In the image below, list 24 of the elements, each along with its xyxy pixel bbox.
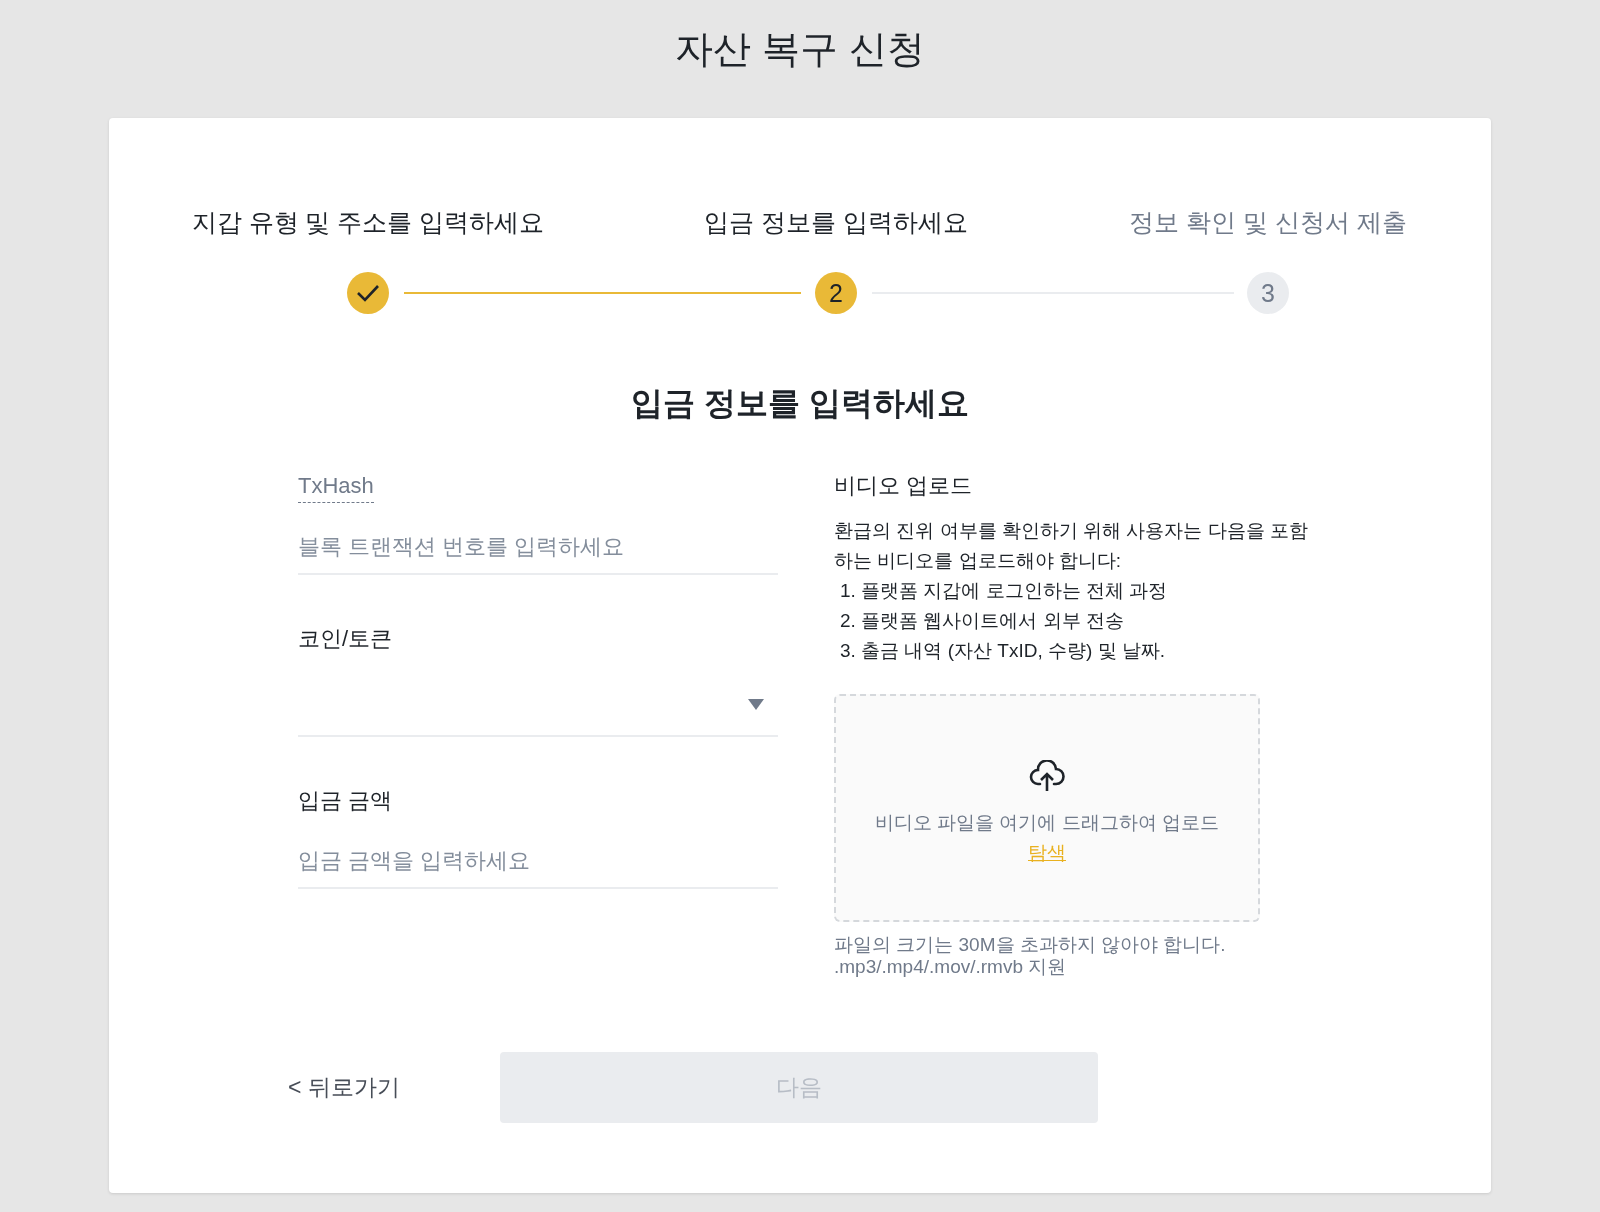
step-indicator: 3	[1247, 272, 1289, 314]
cloud-upload-icon	[1029, 760, 1065, 792]
check-icon	[356, 283, 380, 303]
field-label: TxHash	[298, 470, 374, 503]
requirement-item: 1. 플랫폼 지갑에 로그인하는 전체 과정	[839, 579, 1169, 603]
field-label: 입금 금액	[298, 787, 393, 815]
caret-icon	[748, 698, 764, 710]
step-indicator: 2	[815, 272, 857, 314]
step-label: 입금 정보를 입력하세요	[704, 207, 968, 238]
requirement-item: 3. 출금 내역 (자산 TxID, 수량) 및 날짜.	[839, 639, 1167, 663]
upload-title: 비디오 업로드	[834, 472, 974, 500]
section-title: 입금 정보를 입력하세요	[630, 384, 970, 423]
upload-description: 환급의 진위 여부를 확인하기 위해 사용자는 다음을 포함하는 비디오를 업로드해야 합니다:	[834, 519, 1309, 573]
file-size-note: 파일의 크기는 30M을 초과하지 않아야 합니다. .mp3/.mp4/.mov/.rmvb 지원	[834, 934, 1227, 978]
step-label: 정보 확인 및 신청서 제출	[1129, 207, 1407, 238]
dropzone-text: 비디오 파일을 여기에 드래그하여 업로드	[874, 811, 1220, 835]
back-link[interactable]: < 뒤로가기	[288, 1072, 400, 1103]
requirement-item: 2. 플랫폼 웹사이트에서 외부 전송	[839, 609, 1125, 633]
page-title: 자산 복구 신청	[675, 27, 925, 72]
step-label: 지갑 유형 및 주소를 입력하세요	[191, 207, 545, 238]
input-field[interactable]: 입금 금액을 입력하세요	[298, 835, 778, 889]
field-label: 코인/토큰	[298, 625, 393, 653]
input-field[interactable]: 블록 트랜잭션 번호를 입력하세요	[298, 521, 778, 575]
upload-dropzone[interactable]: 비디오 파일을 여기에 드래그하여 업로드 탐색	[834, 694, 1260, 922]
